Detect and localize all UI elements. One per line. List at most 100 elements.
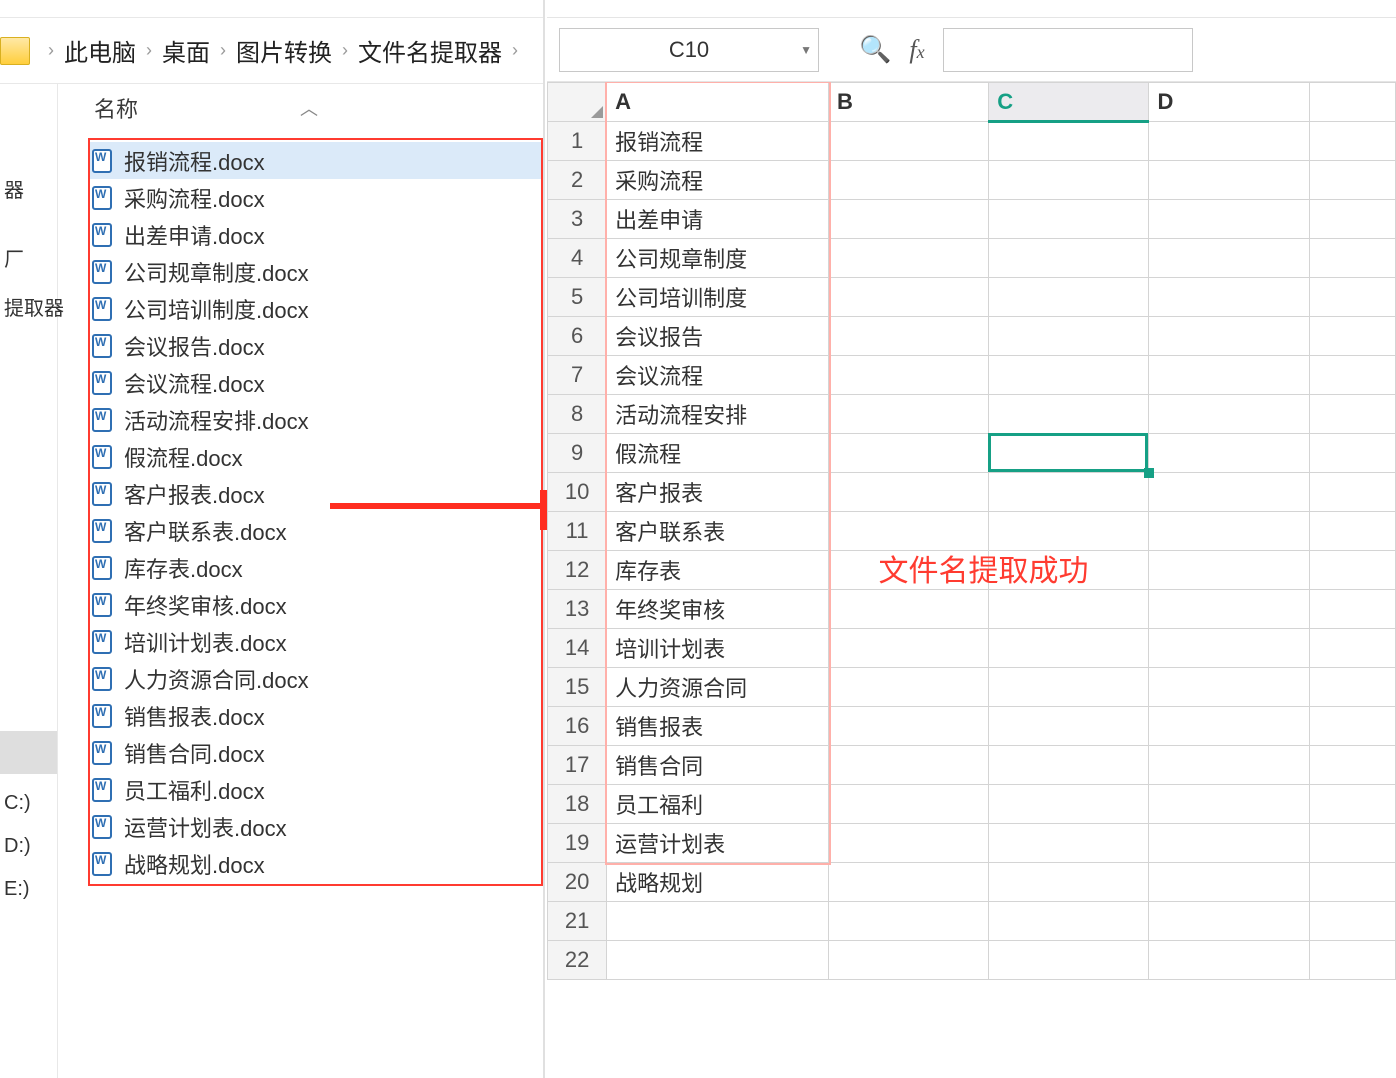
cell[interactable] xyxy=(829,590,989,629)
cell[interactable]: 采购流程 xyxy=(607,161,829,200)
cell[interactable] xyxy=(1149,863,1309,902)
nav-item-selected[interactable] xyxy=(0,731,57,774)
row-header[interactable]: 1 xyxy=(548,122,607,161)
cell[interactable] xyxy=(989,785,1149,824)
nav-item[interactable]: 器 xyxy=(0,164,57,213)
cell[interactable] xyxy=(989,395,1149,434)
nav-drive-d[interactable]: D:) xyxy=(0,825,57,868)
cell[interactable]: 人力资源合同 xyxy=(607,668,829,707)
cell[interactable]: 会议报告 xyxy=(607,317,829,356)
file-row[interactable]: 员工福利.docx xyxy=(90,771,541,808)
cell[interactable]: 假流程 xyxy=(607,434,829,473)
cell[interactable] xyxy=(829,512,989,551)
cell[interactable] xyxy=(1149,824,1309,863)
cell[interactable] xyxy=(829,434,989,473)
cell[interactable] xyxy=(1309,473,1395,512)
cell[interactable] xyxy=(829,317,989,356)
cell[interactable]: 员工福利 xyxy=(607,785,829,824)
cell[interactable]: 战略规划 xyxy=(607,863,829,902)
cell[interactable] xyxy=(989,668,1149,707)
cell[interactable] xyxy=(989,551,1149,590)
file-row[interactable]: 销售报表.docx xyxy=(90,697,541,734)
cell[interactable] xyxy=(989,434,1149,473)
cell[interactable] xyxy=(1309,707,1395,746)
cell[interactable] xyxy=(989,200,1149,239)
cell[interactable]: 会议流程 xyxy=(607,356,829,395)
cell[interactable] xyxy=(829,200,989,239)
row-header[interactable]: 10 xyxy=(548,473,607,512)
file-row[interactable]: 销售合同.docx xyxy=(90,734,541,771)
cell[interactable] xyxy=(1149,122,1309,161)
cell[interactable]: 年终奖审核 xyxy=(607,590,829,629)
file-row[interactable]: 出差申请.docx xyxy=(90,216,541,253)
cell[interactable] xyxy=(989,746,1149,785)
cell[interactable] xyxy=(829,941,989,980)
cell[interactable] xyxy=(1149,473,1309,512)
cell[interactable] xyxy=(989,356,1149,395)
cell[interactable] xyxy=(829,629,989,668)
row-header[interactable]: 15 xyxy=(548,668,607,707)
grid[interactable]: ABCD1报销流程2采购流程3出差申请4公司规章制度5公司培训制度6会议报告7会… xyxy=(547,82,1396,1078)
cell[interactable] xyxy=(829,473,989,512)
file-row[interactable]: 年终奖审核.docx xyxy=(90,586,541,623)
cell[interactable] xyxy=(1309,941,1395,980)
cell[interactable] xyxy=(1309,395,1395,434)
formula-input[interactable] xyxy=(943,28,1193,72)
column-header-D[interactable]: D xyxy=(1149,83,1309,122)
row-header[interactable]: 7 xyxy=(548,356,607,395)
column-header-extra[interactable] xyxy=(1309,83,1395,122)
file-row[interactable]: 人力资源合同.docx xyxy=(90,660,541,697)
cell[interactable]: 活动流程安排 xyxy=(607,395,829,434)
nav-drive-c[interactable]: C:) xyxy=(0,782,57,825)
cell[interactable] xyxy=(607,902,829,941)
row-header[interactable]: 5 xyxy=(548,278,607,317)
cell[interactable] xyxy=(989,707,1149,746)
cell[interactable] xyxy=(829,746,989,785)
cell[interactable] xyxy=(1149,200,1309,239)
nav-drive-e[interactable]: E:) xyxy=(0,868,57,911)
zoom-icon[interactable]: 🔍 xyxy=(859,34,891,65)
row-header[interactable]: 8 xyxy=(548,395,607,434)
cell[interactable] xyxy=(1309,512,1395,551)
breadcrumb-this-pc[interactable]: 此电脑 xyxy=(64,33,136,68)
cell[interactable] xyxy=(1149,941,1309,980)
cell[interactable] xyxy=(1309,161,1395,200)
row-header[interactable]: 16 xyxy=(548,707,607,746)
cell[interactable]: 客户报表 xyxy=(607,473,829,512)
row-header[interactable]: 6 xyxy=(548,317,607,356)
cell[interactable] xyxy=(829,161,989,200)
cell[interactable]: 运营计划表 xyxy=(607,824,829,863)
row-header[interactable]: 3 xyxy=(548,200,607,239)
cell[interactable] xyxy=(989,473,1149,512)
cell[interactable] xyxy=(989,941,1149,980)
cell[interactable] xyxy=(989,122,1149,161)
cell[interactable] xyxy=(1149,512,1309,551)
column-header-B[interactable]: B xyxy=(829,83,989,122)
file-row[interactable]: 公司规章制度.docx xyxy=(90,253,541,290)
cell[interactable] xyxy=(989,590,1149,629)
cell[interactable] xyxy=(829,395,989,434)
row-header[interactable]: 20 xyxy=(548,863,607,902)
file-row[interactable]: 战略规划.docx xyxy=(90,845,541,882)
cell[interactable] xyxy=(1309,239,1395,278)
row-header[interactable]: 13 xyxy=(548,590,607,629)
row-header[interactable]: 4 xyxy=(548,239,607,278)
cell[interactable]: 报销流程 xyxy=(607,122,829,161)
file-row[interactable]: 活动流程安排.docx xyxy=(90,401,541,438)
cell[interactable] xyxy=(1149,902,1309,941)
cell[interactable] xyxy=(1309,356,1395,395)
cell[interactable] xyxy=(989,239,1149,278)
row-header[interactable]: 19 xyxy=(548,824,607,863)
cell[interactable] xyxy=(829,785,989,824)
cell[interactable] xyxy=(829,902,989,941)
cell[interactable] xyxy=(829,824,989,863)
cell[interactable] xyxy=(1309,590,1395,629)
nav-item[interactable]: 提取器 xyxy=(0,282,57,331)
file-row[interactable]: 报销流程.docx xyxy=(90,142,541,179)
cell[interactable] xyxy=(829,356,989,395)
cell[interactable]: 客户联系表 xyxy=(607,512,829,551)
cell[interactable] xyxy=(1149,434,1309,473)
cell[interactable] xyxy=(1149,317,1309,356)
cell[interactable] xyxy=(989,317,1149,356)
cell[interactable] xyxy=(1149,356,1309,395)
